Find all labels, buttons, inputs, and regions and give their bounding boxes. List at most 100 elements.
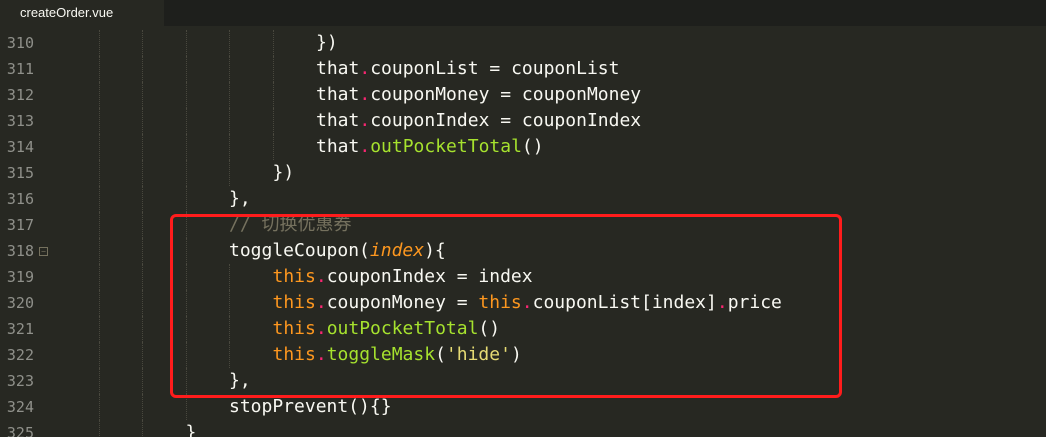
- line-number: 318: [6, 242, 34, 260]
- indent-guide: [142, 134, 143, 160]
- indent-guide: [142, 160, 143, 186]
- code-token: }): [272, 162, 295, 183]
- indent-guide: [142, 316, 143, 342]
- line-number: 312: [6, 86, 34, 104]
- line-number: 317: [6, 216, 34, 234]
- code-line: this.toggleMask('hide'): [273, 342, 522, 368]
- tab-label: createOrder.vue: [20, 5, 114, 20]
- line-number: 325: [6, 424, 34, 437]
- indent-guide: [229, 108, 230, 134]
- indent-guide: [229, 82, 230, 108]
- code-token: (: [435, 344, 446, 365]
- code-token: that: [316, 84, 360, 105]
- indent-guide: [98, 82, 100, 108]
- line-number: 324: [6, 398, 34, 416]
- code-line: this.outPocketTotal(): [273, 316, 501, 342]
- code-token: .: [359, 84, 371, 105]
- indent-guide: [185, 342, 187, 368]
- indent-guide: [98, 342, 100, 368]
- code-token: this: [272, 318, 316, 339]
- code-line: that.couponIndex = couponIndex: [316, 108, 641, 134]
- indent-guide: [98, 108, 100, 134]
- indent-guide: [142, 30, 143, 56]
- code-token: this: [272, 344, 316, 365]
- code-token: this: [272, 292, 316, 313]
- indent-guide: [98, 368, 100, 394]
- indent-guide: [142, 238, 143, 264]
- indent-guide: [98, 30, 100, 56]
- code-token: },: [229, 370, 251, 391]
- indent-guide: [185, 56, 187, 82]
- indent-guide: [185, 238, 187, 264]
- line-number: 316: [6, 190, 34, 208]
- indent-guide: [98, 264, 100, 290]
- code-token: }: [185, 422, 197, 437]
- indent-guide: [142, 186, 143, 212]
- indent-guide: [142, 368, 143, 394]
- line-number: 311: [6, 60, 34, 78]
- indent-guide: [229, 30, 230, 56]
- line-number: 321: [6, 320, 34, 338]
- indent-guide: [98, 160, 100, 186]
- indent-guide: [142, 420, 143, 437]
- code-token: ){: [424, 240, 446, 261]
- fold-toggle-icon[interactable]: −: [39, 247, 48, 256]
- code-token: (): [478, 318, 501, 339]
- indent-guide: [229, 316, 230, 342]
- line-number: 323: [6, 372, 34, 390]
- indent-guide: [229, 264, 230, 290]
- code-token: outPocketTotal: [326, 318, 479, 339]
- code-token: couponMoney =: [326, 292, 479, 313]
- code-line: stopPrevent(){}: [229, 394, 392, 420]
- indent-guide: [272, 108, 274, 134]
- indent-guide: [229, 290, 230, 316]
- indent-guide: [98, 290, 100, 316]
- indent-guide: [272, 82, 274, 108]
- line-number: 320: [6, 294, 34, 312]
- indent-guide: [272, 56, 274, 82]
- code-token: that: [316, 58, 360, 79]
- code-line: }): [273, 160, 295, 186]
- code-token: stopPrevent(){}: [229, 396, 392, 417]
- indent-guide: [142, 342, 143, 368]
- indent-guide: [98, 316, 100, 342]
- indent-guide: [185, 212, 187, 238]
- indent-guide: [98, 186, 100, 212]
- code-token: }): [316, 32, 338, 53]
- code-token: .: [359, 110, 371, 131]
- line-number: 315: [6, 164, 34, 182]
- code-line: this.couponIndex = index: [273, 264, 533, 290]
- indent-guide: [185, 82, 187, 108]
- indent-guide: [185, 368, 187, 394]
- line-number: 319: [6, 268, 34, 286]
- code-token: toggleCoupon(: [229, 240, 370, 261]
- tab-bar: createOrder.vue: [0, 0, 1046, 26]
- code-line: that.couponMoney = couponMoney: [316, 82, 641, 108]
- indent-guide: [185, 264, 187, 290]
- indent-guide: [229, 134, 230, 160]
- code-editor[interactable]: 310 311 312 313 314 315 316 317 318− 319 320 321 322…: [0, 30, 1046, 437]
- code-token: this: [272, 266, 316, 287]
- indent-guide: [142, 82, 143, 108]
- line-number: 313: [6, 112, 34, 130]
- indent-guide: [98, 420, 100, 437]
- tab-create-order[interactable]: createOrder.vue: [0, 0, 164, 26]
- code-token: couponMoney = couponMoney: [370, 84, 642, 105]
- indent-guide: [142, 56, 143, 82]
- indent-guide: [142, 290, 143, 316]
- code-token: price: [727, 292, 782, 313]
- code-token: index: [369, 240, 425, 261]
- indent-guide: [272, 134, 274, 160]
- indent-guide: [98, 238, 100, 264]
- indent-guide: [142, 212, 143, 238]
- code-token: that: [316, 136, 360, 157]
- line-number: 310: [6, 34, 34, 52]
- indent-guide: [185, 134, 187, 160]
- indent-guide: [142, 394, 143, 420]
- code-token: .: [716, 292, 728, 313]
- line-number: 322: [6, 346, 34, 364]
- code-token: couponList = couponList: [370, 58, 620, 79]
- code-token: .: [315, 292, 327, 313]
- indent-guide: [185, 30, 187, 56]
- indent-guide: [142, 108, 143, 134]
